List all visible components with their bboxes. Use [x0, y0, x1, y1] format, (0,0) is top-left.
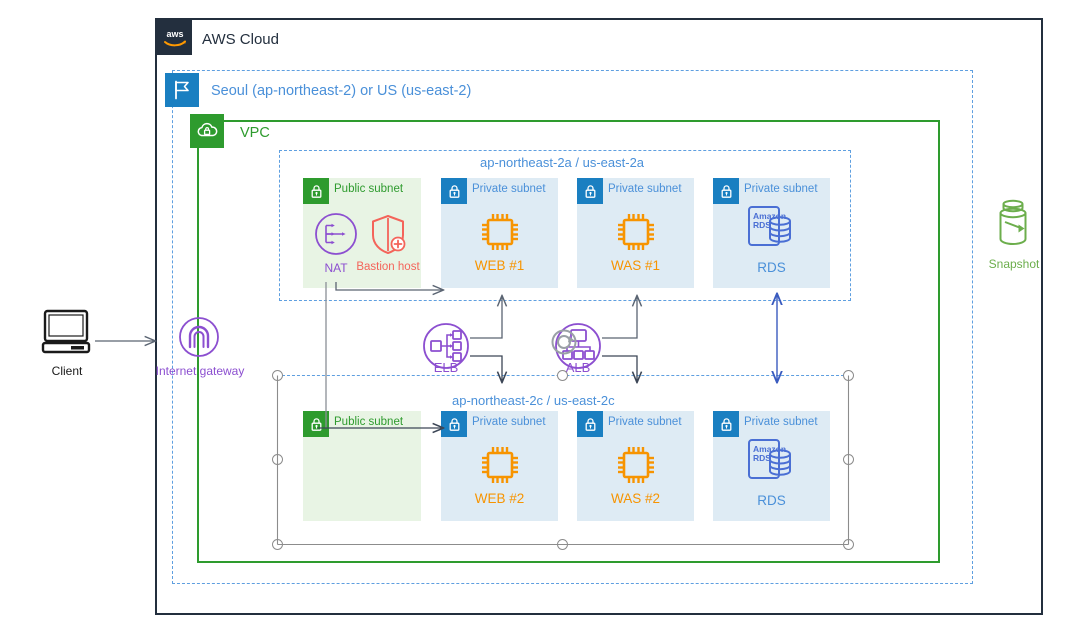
- subnet-label: Private subnet: [608, 416, 682, 428]
- rds1-label: RDS: [757, 260, 786, 275]
- bastion-host-label: Bastion host: [356, 261, 420, 273]
- subnet-az-c-was[interactable]: Private subnet WAS #2: [577, 411, 694, 521]
- ec2-instance-icon[interactable]: [478, 210, 522, 259]
- snapshot-icon[interactable]: [991, 196, 1035, 257]
- selection-handle-top-right[interactable]: [843, 370, 854, 381]
- selection-handle-bottom-right[interactable]: [843, 539, 854, 550]
- aws-cloud-label: AWS Cloud: [202, 31, 279, 48]
- region-label: Seoul (ap-northeast-2) or US (us-east-2): [211, 83, 472, 99]
- subnet-az-c-public[interactable]: Public subnet: [303, 411, 421, 521]
- vpc-icon: [190, 114, 224, 148]
- lock-icon: [577, 411, 603, 437]
- vpc-label: VPC: [240, 125, 270, 141]
- amazon-rds-icon[interactable]: Amazon RDS: [745, 437, 797, 492]
- subnet-az-a-rds[interactable]: Private subnet Amazon RDS RDS: [713, 178, 830, 288]
- subnet-az-a-public[interactable]: Public subnet NAT Bastion host: [303, 178, 421, 288]
- subnet-label: Public subnet: [334, 416, 404, 428]
- aws-logo-icon: aws: [157, 20, 192, 55]
- ec2-instance-icon[interactable]: [478, 443, 522, 492]
- selection-handle-top-center[interactable]: [557, 370, 568, 381]
- subnet-label: Private subnet: [472, 183, 546, 195]
- lock-icon: [303, 411, 329, 437]
- lock-icon: [441, 411, 467, 437]
- region-flag-icon: [165, 73, 199, 107]
- nat-gateway-icon[interactable]: [313, 211, 359, 262]
- subnet-az-c-web[interactable]: Private subnet WEB #2: [441, 411, 558, 521]
- ec2-instance-icon[interactable]: [614, 443, 658, 492]
- internet-gateway-icon[interactable]: [177, 315, 221, 364]
- bastion-host-shield-icon[interactable]: [365, 211, 411, 262]
- selection-handle-middle-right[interactable]: [843, 454, 854, 465]
- availability-zone-c-label: ap-northeast-2c / us-east-2c: [452, 393, 615, 408]
- internet-gateway-label: Internet gateway: [155, 364, 245, 378]
- was1-label: WAS #1: [610, 258, 661, 273]
- was2-label: WAS #2: [610, 491, 661, 506]
- selection-handle-bottom-left[interactable]: [272, 539, 283, 550]
- client-label: Client: [51, 364, 83, 378]
- lock-icon: [303, 178, 329, 204]
- nat-label: NAT: [324, 261, 348, 275]
- rotate-handle-icon[interactable]: [549, 327, 579, 362]
- svg-text:RDS: RDS: [753, 453, 771, 463]
- lock-icon: [713, 411, 739, 437]
- subnet-az-c-rds[interactable]: Private subnet Amazon RDS RDS: [713, 411, 830, 521]
- selection-handle-middle-left[interactable]: [272, 454, 283, 465]
- lock-icon: [713, 178, 739, 204]
- availability-zone-a-label: ap-northeast-2a / us-east-2a: [480, 155, 645, 170]
- subnet-label: Private subnet: [744, 416, 818, 428]
- snapshot-label: Snapshot: [988, 257, 1040, 271]
- subnet-label: Private subnet: [608, 183, 682, 195]
- subnet-label: Private subnet: [744, 183, 818, 195]
- lock-icon: [441, 178, 467, 204]
- rds2-label: RDS: [757, 493, 786, 508]
- ec2-instance-icon[interactable]: [614, 210, 658, 259]
- web2-label: WEB #2: [474, 491, 525, 506]
- lock-icon: [577, 178, 603, 204]
- svg-text:RDS: RDS: [753, 220, 771, 230]
- desktop-computer-icon[interactable]: [40, 308, 92, 361]
- selection-handle-top-left[interactable]: [272, 370, 283, 381]
- web1-label: WEB #1: [474, 258, 525, 273]
- subnet-label: Private subnet: [472, 416, 546, 428]
- subnet-az-a-web[interactable]: Private subnet WEB #1: [441, 178, 558, 288]
- subnet-az-a-was[interactable]: Private subnet WAS #1: [577, 178, 694, 288]
- subnet-label: Public subnet: [334, 183, 404, 195]
- svg-text:aws: aws: [166, 29, 183, 39]
- amazon-rds-icon[interactable]: Amazon RDS: [745, 204, 797, 259]
- elb-label: ELB: [433, 360, 459, 375]
- selection-handle-bottom-center[interactable]: [557, 539, 568, 550]
